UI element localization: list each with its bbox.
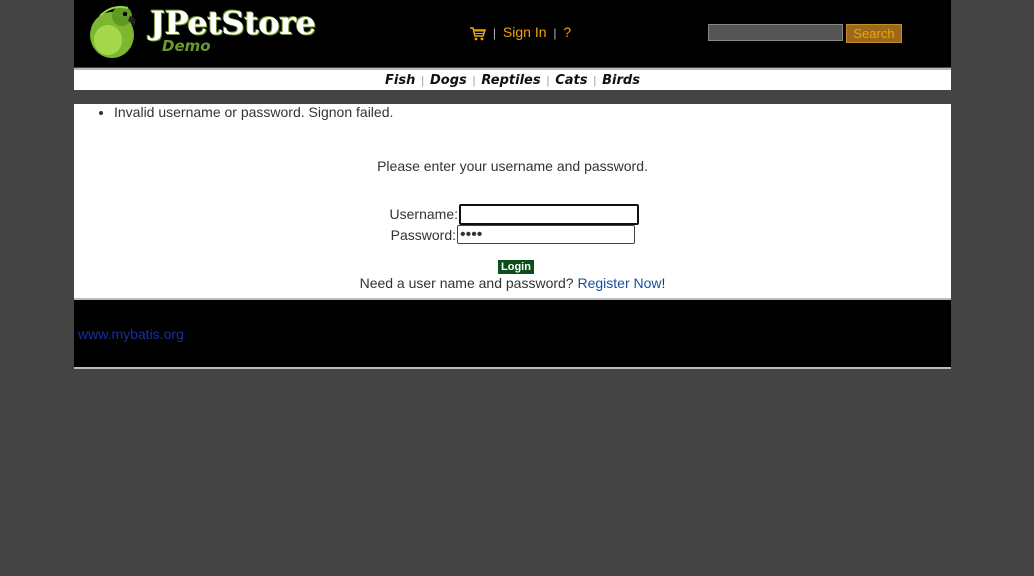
login-button[interactable]: Login — [497, 259, 535, 275]
header: JPetStore Demo | Sign In | ? Search — [74, 0, 951, 67]
username-field[interactable] — [459, 204, 639, 225]
quicklink-separator: | — [546, 75, 550, 87]
footer: www.mybatis.org — [74, 298, 951, 369]
signon-content: Invalid username or password. Signon fai… — [74, 104, 951, 298]
quick-links-bar: Fish | Dogs | Reptiles | Cats | Birds — [74, 68, 951, 90]
shopping-cart-icon — [470, 27, 486, 41]
mybatis-link[interactable]: www.mybatis.org — [78, 326, 184, 342]
header-menu: | Sign In | ? — [469, 24, 571, 41]
search-input[interactable] — [708, 24, 843, 41]
register-now-link[interactable]: Register Now — [578, 275, 662, 291]
error-messages: Invalid username or password. Signon fai… — [74, 104, 393, 121]
search-form: Search — [708, 24, 902, 43]
menu-separator: | — [553, 26, 557, 40]
logo[interactable]: JPetStore Demo — [82, 2, 316, 60]
quicklink-dogs[interactable]: Dogs — [430, 73, 467, 88]
quicklink-cats[interactable]: Cats — [555, 73, 587, 88]
cart-link[interactable] — [469, 24, 490, 41]
search-button[interactable]: Search — [846, 24, 902, 43]
signon-prompt: Please enter your username and password. — [377, 158, 648, 174]
register-line: Need a user name and password? Register … — [74, 275, 951, 291]
page-wrapper: JPetStore Demo | Sign In | ? Search Fish… — [74, 0, 951, 369]
sign-in-link[interactable]: Sign In — [503, 24, 547, 40]
register-prompt: Need a user name and password? — [359, 275, 578, 291]
password-label: Password: — [390, 227, 456, 243]
register-suffix: ! — [661, 275, 666, 291]
quicklink-fish[interactable]: Fish — [385, 73, 415, 88]
quicklink-separator: | — [593, 75, 597, 87]
parrot-logo-icon — [90, 6, 136, 58]
quicklink-separator: | — [421, 75, 425, 87]
quicklink-reptiles[interactable]: Reptiles — [481, 73, 540, 88]
quicklink-separator: | — [472, 75, 476, 87]
password-field[interactable]: •••• — [457, 225, 635, 244]
username-label: Username: — [389, 206, 458, 222]
help-link[interactable]: ? — [563, 24, 571, 40]
error-message: Invalid username or password. Signon fai… — [114, 104, 393, 121]
brand-subtitle: Demo — [162, 37, 211, 55]
menu-separator: | — [492, 26, 497, 40]
quicklink-birds[interactable]: Birds — [602, 73, 640, 88]
